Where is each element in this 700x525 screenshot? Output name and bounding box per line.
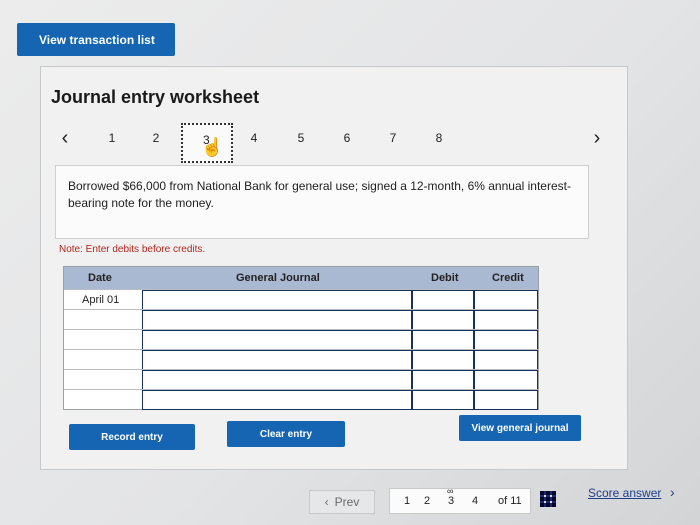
table-row: April 01 [64,289,538,310]
tab-8[interactable]: 8 [428,131,450,145]
record-entry-button[interactable]: Record entry [69,424,195,450]
debit-input[interactable] [412,390,474,410]
account-input[interactable] [142,330,412,350]
header-debit: Debit [431,272,459,284]
date-cell: April 01 [82,294,120,306]
chevron-left-icon[interactable]: ‹ [55,127,75,150]
prev-label: Prev [334,495,360,509]
page-3[interactable]: 3 [448,495,454,507]
tab-4[interactable]: 4 [243,131,265,145]
screen: View transaction list Journal entry work… [0,0,700,525]
account-input[interactable] [142,370,412,390]
debit-input[interactable] [412,350,474,370]
journal-table: Date General Journal Debit Credit April … [63,266,539,410]
account-input[interactable] [142,310,412,330]
tab-1[interactable]: 1 [101,131,123,145]
page-title: Journal entry worksheet [51,87,260,107]
table-row [64,369,538,390]
journal-table-header: Date General Journal Debit Credit [64,267,538,289]
footer-navigation: ‹ Prev 1 2 3 ∞ 4 of 11 Score answer › [0,478,700,518]
credit-input[interactable] [474,350,538,370]
debit-input[interactable] [412,370,474,390]
page-2[interactable]: 2 [424,495,430,507]
credit-input[interactable] [474,290,538,310]
transaction-description: Borrowed $66,000 from National Bank for … [55,165,589,239]
debit-input[interactable] [412,310,474,330]
table-row [64,349,538,370]
hand-pointer-icon: ☝ [201,137,224,157]
view-transaction-list-button[interactable]: View transaction list [17,23,175,56]
date-cell [64,390,142,410]
worksheet-tabs: ‹ 1 2 3 ☝ 4 5 6 7 8 › [41,123,627,165]
tab-5[interactable]: 5 [290,131,312,145]
link-icon: ∞ [447,486,454,496]
table-row [64,389,538,410]
note-text: Note: Enter debits before credits. [59,244,206,255]
header-date: Date [88,272,112,284]
credit-input[interactable] [474,310,538,330]
header-general-journal: General Journal [236,272,320,284]
chevron-left-icon: ‹ [324,495,329,509]
table-row [64,309,538,330]
score-answer-link[interactable]: Score answer [588,486,661,500]
table-row [64,329,538,350]
page-4[interactable]: 4 [472,495,478,507]
tab-2[interactable]: 2 [145,131,167,145]
tab-7[interactable]: 7 [382,131,404,145]
date-cell [64,350,142,370]
prev-button[interactable]: ‹ Prev [309,490,375,514]
account-input[interactable] [142,290,412,310]
grid-icon[interactable] [540,491,556,507]
account-input[interactable] [142,390,412,410]
question-pager: 1 2 3 ∞ 4 of 11 [389,486,531,514]
date-cell [64,330,142,350]
debit-input[interactable] [412,290,474,310]
journal-entry-worksheet-panel: Journal entry worksheet ‹ 1 2 3 ☝ 4 5 6 … [40,66,628,470]
chevron-right-icon[interactable]: › [670,484,675,500]
page-1[interactable]: 1 [404,495,410,507]
header-credit: Credit [492,272,524,284]
credit-input[interactable] [474,370,538,390]
clear-entry-button[interactable]: Clear entry [227,421,345,447]
chevron-right-icon[interactable]: › [587,127,607,150]
page-total: of 11 [498,495,522,507]
tab-6[interactable]: 6 [336,131,358,145]
debit-input[interactable] [412,330,474,350]
credit-input[interactable] [474,390,538,410]
account-input[interactable] [142,350,412,370]
date-cell [64,370,142,390]
view-general-journal-button[interactable]: View general journal [459,415,581,441]
credit-input[interactable] [474,330,538,350]
tab-3-active[interactable]: 3 ☝ [181,123,233,163]
date-cell [64,310,142,330]
